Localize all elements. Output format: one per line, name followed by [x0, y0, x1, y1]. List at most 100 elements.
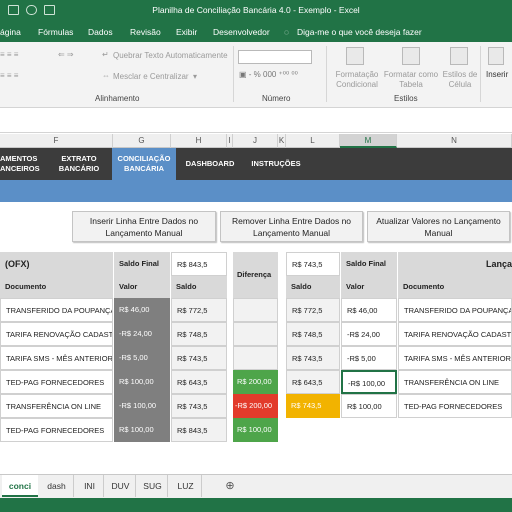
tab-layout[interactable]: ágina [0, 27, 21, 37]
manual-doc-cell[interactable]: TRANSFERIDO DA POUPANÇA [398, 298, 512, 322]
conditional-format-button[interactable]: Formatação Condicional [334, 70, 380, 90]
format-table-icon[interactable] [402, 47, 420, 65]
tab-developer[interactable]: Desenvolvedor [213, 27, 270, 37]
ofx-doc-cell[interactable]: TARIFA RENOVAÇÃO CADASTRO [0, 322, 113, 346]
tab-data[interactable]: Dados [88, 27, 113, 37]
manual-valor-cell[interactable]: -R$ 24,00 [341, 322, 397, 346]
nav-lancamentos[interactable]: AMENTOS ANCEIROS [0, 148, 48, 180]
ofx-saldo-cell[interactable]: R$ 743,5 [171, 394, 227, 418]
ofx-saldo-cell[interactable]: R$ 772,5 [171, 298, 227, 322]
tab-review[interactable]: Revisão [130, 27, 161, 37]
ofx-valor-cell[interactable]: R$ 100,00 [114, 418, 170, 442]
add-sheet-icon[interactable]: ⊕ [220, 475, 240, 497]
manual-saldo-cell[interactable]: R$ 743,5 [286, 346, 340, 370]
column-header-l[interactable]: L [286, 134, 340, 148]
manual-saldo-cell[interactable]: R$ 643,5 [286, 370, 340, 394]
tell-me-search[interactable]: Diga-me o que você deseja fazer [297, 27, 422, 37]
cell-styles-icon[interactable] [450, 47, 468, 65]
group-number-label: Número [262, 94, 291, 103]
ofx-valor-cell[interactable]: -R$ 100,00 [114, 394, 170, 418]
cell-styles-button[interactable]: Estilos de Célula [440, 70, 480, 90]
ofx-saldo-final-label: Saldo Final [114, 252, 170, 276]
manual-saldo-cell-warning[interactable]: R$ 743,5 [286, 394, 340, 418]
column-header-h[interactable]: H [171, 134, 227, 148]
ofx-saldo-cell[interactable]: R$ 643,5 [171, 370, 227, 394]
sheet-tab-ini[interactable]: INI [76, 475, 104, 497]
nav-dashboard[interactable]: DASHBOARD [180, 148, 240, 180]
sheet-tab-duv[interactable]: DUV [106, 475, 136, 497]
number-format-icons[interactable]: ▣ - % 000 ⁺⁰⁰ ⁰⁰ [239, 70, 298, 79]
column-header-g[interactable]: G [113, 134, 171, 148]
manual-saldo-final-label: Saldo Final [341, 252, 397, 276]
manual-saldo-cell[interactable]: R$ 748,5 [286, 322, 340, 346]
merge-dropdown-icon[interactable]: ▾ [193, 72, 197, 81]
manual-doc-cell[interactable]: TRANSFERÊNCIA ON LINE [398, 370, 512, 394]
window-title: Planilha de Conciliação Bancária 4.0 - E… [152, 5, 360, 15]
ofx-valor-cell[interactable]: R$ 100,00 [114, 370, 170, 394]
ofx-valor-cell[interactable]: -R$ 24,00 [114, 322, 170, 346]
column-header-f[interactable]: F [0, 134, 113, 148]
update-values-button[interactable]: Atualizar Valores no Lançamento Manual [367, 211, 510, 242]
column-header-n[interactable]: N [397, 134, 512, 148]
manual-valor-cell-selected[interactable]: -R$ 100,00 [341, 370, 397, 394]
column-header-j[interactable]: J [233, 134, 278, 148]
manual-doc-cell[interactable]: TARIFA RENOVAÇÃO CADASTRO [398, 322, 512, 346]
ribbon: ≡ ≡ ≡ ≡ ≡ ≡ ⇐ ⇒ ↵ Quebrar Texto Automati… [0, 42, 512, 108]
ofx-saldo-final-value[interactable]: R$ 843,5 [171, 252, 227, 276]
ofx-doc-cell[interactable]: TED-PAG FORNECEDORES [0, 418, 113, 442]
group-alignment-label: Alinhamento [95, 94, 140, 103]
manual-valor-cell[interactable]: R$ 46,00 [341, 298, 397, 322]
insert-row-button[interactable]: Inserir Linha Entre Dados no Lançamento … [72, 211, 216, 242]
diff-cell-positive[interactable]: R$ 100,00 [233, 418, 278, 442]
merge-icon: ⇔ [102, 71, 110, 80]
diff-cell-negative[interactable]: -R$ 200,00 [233, 394, 278, 418]
number-format-select[interactable] [238, 50, 312, 64]
sheet-tab-conci[interactable]: conci [2, 475, 38, 497]
manual-doc-cell[interactable]: TARIFA SMS - MÊS ANTERIOR [398, 346, 512, 370]
merge-center-button[interactable]: Mesclar e Centralizar [113, 72, 189, 81]
conditional-format-icon[interactable] [346, 47, 364, 65]
sheet-tab-sug[interactable]: SUG [138, 475, 168, 497]
sheet-tab-luz[interactable]: LUZ [170, 475, 202, 497]
ofx-saldo-cell[interactable]: R$ 843,5 [171, 418, 227, 442]
format-table-button[interactable]: Formatar como Tabela [382, 70, 440, 90]
diff-cell[interactable] [233, 298, 278, 322]
group-styles-label: Estilos [394, 94, 418, 103]
manual-valor-cell[interactable]: -R$ 5,00 [341, 346, 397, 370]
manual-valor-cell[interactable]: R$ 100,00 [341, 394, 397, 418]
manual-saldo-cell[interactable]: R$ 772,5 [286, 298, 340, 322]
ofx-col-saldo: Saldo [171, 276, 227, 298]
ofx-saldo-cell[interactable]: R$ 743,5 [171, 346, 227, 370]
ofx-title: (OFX) [0, 252, 113, 276]
column-header-m[interactable]: M [340, 134, 397, 148]
align-icons[interactable]: ≡ ≡ ≡ [0, 50, 18, 59]
ofx-valor-cell[interactable]: -R$ 5,00 [114, 346, 170, 370]
diff-cell[interactable] [233, 322, 278, 346]
insert-button[interactable]: Inserir [486, 70, 508, 79]
tab-formulas[interactable]: Fórmulas [38, 27, 73, 37]
indent-icons[interactable]: ⇐ ⇒ [58, 50, 74, 59]
ofx-doc-cell[interactable]: TRANSFERÊNCIA ON LINE [0, 394, 113, 418]
nav-extrato[interactable]: EXTRATO BANCÁRIO [48, 148, 110, 180]
ofx-doc-cell[interactable]: TED-PAG FORNECEDORES [0, 370, 113, 394]
align-center-icons[interactable]: ≡ ≡ ≡ [0, 71, 18, 80]
tab-view[interactable]: Exibir [176, 27, 197, 37]
ofx-valor-cell[interactable]: R$ 46,00 [114, 298, 170, 322]
diff-cell-positive[interactable]: R$ 200,00 [233, 370, 278, 394]
sheet-navigation: AMENTOS ANCEIROS EXTRATO BANCÁRIO CONCIL… [0, 148, 512, 180]
manual-doc-cell[interactable]: TED-PAG FORNECEDORES [398, 394, 512, 418]
wrap-text-button[interactable]: Quebrar Texto Automaticamente [113, 51, 228, 60]
manual-saldo-top[interactable]: R$ 743,5 [286, 252, 340, 276]
remove-row-button[interactable]: Remover Linha Entre Dados no Lançamento … [220, 211, 363, 242]
diff-cell[interactable] [233, 346, 278, 370]
ofx-doc-cell[interactable]: TARIFA SMS - MÊS ANTERIOR [0, 346, 113, 370]
insert-icon[interactable] [488, 47, 504, 65]
ofx-doc-cell[interactable]: TRANSFERIDO DA POUPANÇA [0, 298, 113, 322]
nav-conciliacao[interactable]: CONCILIAÇÃO BANCÁRIA [112, 148, 176, 180]
divider [480, 46, 481, 102]
sheet-tab-dash[interactable]: dash [40, 475, 74, 497]
formula-bar[interactable] [0, 109, 512, 133]
ofx-saldo-cell[interactable]: R$ 748,5 [171, 322, 227, 346]
nav-instrucoes[interactable]: INSTRUÇÕES [246, 148, 306, 180]
column-header-k[interactable]: K [278, 134, 286, 148]
